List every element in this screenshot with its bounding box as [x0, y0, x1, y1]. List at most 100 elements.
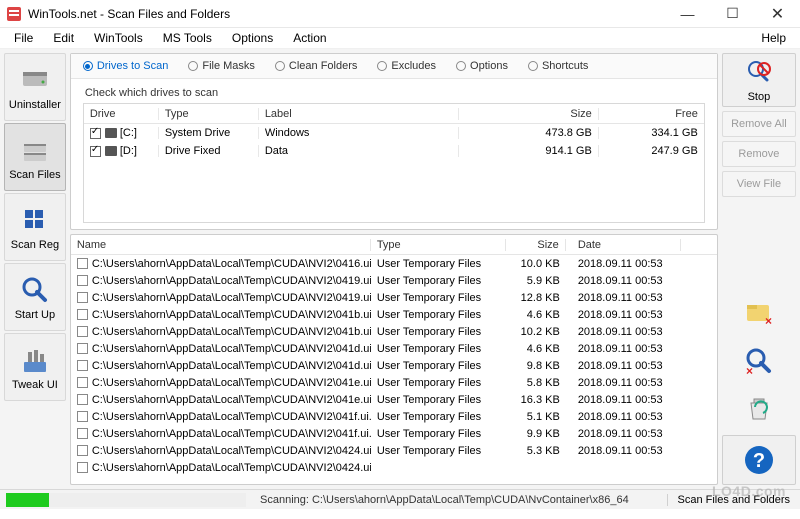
stop-button[interactable]: Stop: [722, 53, 796, 107]
col-type[interactable]: Type: [371, 239, 506, 251]
col-size[interactable]: Size: [506, 239, 566, 251]
tab-label: Clean Folders: [289, 60, 357, 72]
result-row[interactable]: C:\Users\ahorn\AppData\Local\Temp\CUDA\N…: [71, 442, 717, 459]
sidebar-item-scan-reg[interactable]: Scan Reg: [4, 193, 66, 261]
sidebar-item-tweak-ui[interactable]: Tweak UI: [4, 333, 66, 401]
tab-label: Excludes: [391, 60, 436, 72]
tab-file-masks[interactable]: File Masks: [184, 58, 259, 74]
stop-label: Stop: [748, 91, 771, 103]
close-button[interactable]: ✕: [755, 0, 800, 27]
titlebar: WinTools.net - Scan Files and Folders — …: [0, 0, 800, 28]
checkbox-icon[interactable]: [77, 309, 88, 320]
result-row[interactable]: C:\Users\ahorn\AppData\Local\Temp\CUDA\N…: [71, 289, 717, 306]
startup-icon: [19, 274, 51, 306]
remove-all-button[interactable]: Remove All: [722, 111, 796, 137]
sidebar-item-label: Tweak UI: [12, 379, 58, 391]
tweak-icon: [19, 344, 51, 376]
disk-icon: [19, 64, 51, 96]
result-row[interactable]: C:\Users\ahorn\AppData\Local\Temp\CUDA\N…: [71, 374, 717, 391]
result-row[interactable]: C:\Users\ahorn\AppData\Local\Temp\CUDA\N…: [71, 391, 717, 408]
drives-hint: Check which drives to scan: [85, 87, 705, 99]
tab-options[interactable]: Options: [452, 58, 512, 74]
radio-icon: [188, 61, 198, 71]
help-button[interactable]: ?: [722, 435, 796, 485]
col-drive[interactable]: Drive: [84, 108, 159, 120]
help-icon: ?: [743, 444, 775, 476]
tab-excludes[interactable]: Excludes: [373, 58, 440, 74]
checkbox-icon[interactable]: [77, 428, 88, 439]
scanning-text: Scanning: C:\Users\ahorn\AppData\Local\T…: [252, 494, 637, 506]
checkbox-icon[interactable]: [77, 275, 88, 286]
maximize-button[interactable]: ☐: [710, 0, 755, 27]
result-row[interactable]: C:\Users\ahorn\AppData\Local\Temp\CUDA\N…: [71, 255, 717, 272]
drive-icon: [105, 146, 117, 156]
result-row[interactable]: C:\Users\ahorn\AppData\Local\Temp\CUDA\N…: [71, 272, 717, 289]
search-delete-icon[interactable]: ×: [722, 339, 796, 383]
svg-text:×: ×: [765, 314, 772, 328]
drive-row[interactable]: [D:]Drive FixedData914.1 GB247.9 GB: [84, 142, 704, 160]
result-row[interactable]: C:\Users\ahorn\AppData\Local\Temp\CUDA\N…: [71, 306, 717, 323]
menu-edit[interactable]: Edit: [45, 29, 82, 47]
tabstrip: Drives to Scan File Masks Clean Folders …: [71, 54, 717, 79]
tab-clean-folders[interactable]: Clean Folders: [271, 58, 361, 74]
col-label[interactable]: Label: [259, 108, 459, 120]
sidebar-item-start-up[interactable]: Start Up: [4, 263, 66, 331]
sidebar-item-uninstaller[interactable]: Uninstaller: [4, 53, 66, 121]
radio-icon: [377, 61, 387, 71]
checkbox-icon[interactable]: [77, 343, 88, 354]
col-date[interactable]: Date: [566, 239, 681, 251]
radio-icon: [83, 61, 93, 71]
sidebar: Uninstaller Scan Files Scan Reg Start Up…: [4, 53, 66, 485]
sidebar-item-label: Uninstaller: [9, 99, 61, 111]
window-title: WinTools.net - Scan Files and Folders: [28, 7, 230, 21]
results-body[interactable]: C:\Users\ahorn\AppData\Local\Temp\CUDA\N…: [71, 255, 717, 484]
result-row[interactable]: C:\Users\ahorn\AppData\Local\Temp\CUDA\N…: [71, 408, 717, 425]
checkbox-icon[interactable]: [77, 377, 88, 388]
checkbox-icon[interactable]: [90, 146, 101, 157]
menu-action[interactable]: Action: [285, 29, 334, 47]
menu-help[interactable]: Help: [753, 29, 794, 47]
result-row[interactable]: C:\Users\ahorn\AppData\Local\Temp\CUDA\N…: [71, 357, 717, 374]
result-row[interactable]: C:\Users\ahorn\AppData\Local\Temp\CUDA\N…: [71, 425, 717, 442]
tab-label: Shortcuts: [542, 60, 588, 72]
checkbox-icon[interactable]: [77, 292, 88, 303]
progress-bar: [6, 493, 246, 507]
checkbox-icon[interactable]: [77, 258, 88, 269]
menu-wintools[interactable]: WinTools: [86, 29, 151, 47]
radio-icon: [275, 61, 285, 71]
checkbox-icon[interactable]: [77, 445, 88, 456]
result-row[interactable]: C:\Users\ahorn\AppData\Local\Temp\CUDA\N…: [71, 459, 717, 476]
menubar: File Edit WinTools MS Tools Options Acti…: [0, 28, 800, 49]
checkbox-icon[interactable]: [77, 411, 88, 422]
view-file-button[interactable]: View File: [722, 171, 796, 197]
recycle-bin-icon[interactable]: [722, 387, 796, 431]
folder-delete-icon[interactable]: ×: [722, 291, 796, 335]
checkbox-icon[interactable]: [77, 462, 88, 473]
minimize-button[interactable]: —: [665, 0, 710, 27]
tab-label: File Masks: [202, 60, 255, 72]
radio-icon: [456, 61, 466, 71]
checkbox-icon[interactable]: [90, 128, 101, 139]
checkbox-icon[interactable]: [77, 326, 88, 337]
result-row[interactable]: C:\Users\ahorn\AppData\Local\Temp\CUDA\N…: [71, 340, 717, 357]
app-icon: [6, 6, 22, 22]
sidebar-item-scan-files[interactable]: Scan Files: [4, 123, 66, 191]
tab-shortcuts[interactable]: Shortcuts: [524, 58, 592, 74]
checkbox-icon[interactable]: [77, 360, 88, 371]
drive-icon: [105, 128, 117, 138]
statusbar: Scanning: C:\Users\ahorn\AppData\Local\T…: [0, 489, 800, 509]
drive-row[interactable]: [C:]System DriveWindows473.8 GB334.1 GB: [84, 124, 704, 142]
search-stop-icon: [745, 58, 773, 89]
svg-text:?: ?: [753, 450, 765, 472]
checkbox-icon[interactable]: [77, 394, 88, 405]
menu-options[interactable]: Options: [224, 29, 281, 47]
tab-drives-to-scan[interactable]: Drives to Scan: [79, 58, 173, 74]
menu-file[interactable]: File: [6, 29, 41, 47]
result-row[interactable]: C:\Users\ahorn\AppData\Local\Temp\CUDA\N…: [71, 323, 717, 340]
remove-button[interactable]: Remove: [722, 141, 796, 167]
col-name[interactable]: Name: [71, 239, 371, 251]
col-size[interactable]: Size: [459, 108, 599, 120]
menu-mstools[interactable]: MS Tools: [155, 29, 220, 47]
col-type[interactable]: Type: [159, 108, 259, 120]
col-free[interactable]: Free: [599, 108, 704, 120]
